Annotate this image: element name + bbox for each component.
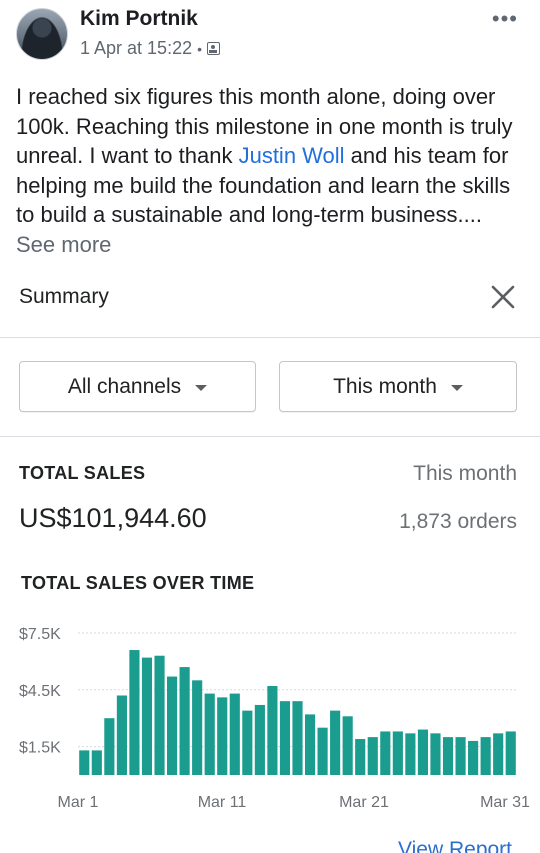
photo-album-icon [207, 42, 220, 55]
chart-bar[interactable] [417, 729, 428, 775]
channel-filter-label: All channels [67, 374, 182, 398]
chart-bar[interactable] [154, 655, 165, 775]
chart-bar[interactable] [330, 710, 341, 775]
post-text: I reached six figures this month alone, … [16, 82, 526, 259]
summary-header: Summary [0, 268, 540, 338]
summary-title: Summary [19, 285, 109, 308]
period-filter-button[interactable]: This month [279, 361, 517, 412]
chart-bar[interactable] [167, 676, 178, 775]
x-tick-label: Mar 21 [339, 794, 389, 811]
chart-bar[interactable] [292, 701, 303, 775]
chart-bar[interactable] [279, 701, 291, 775]
chart-bar[interactable] [442, 737, 454, 775]
y-tick-label: $1.5K [19, 740, 61, 757]
chart-bar[interactable] [204, 693, 215, 775]
total-sales-value: US$101,944.60 [19, 503, 207, 533]
chart-bar[interactable] [342, 716, 353, 775]
chart-bar[interactable] [141, 657, 153, 775]
y-tick-label: $7.5K [19, 626, 61, 643]
y-tick-label: $4.5K [19, 683, 61, 700]
chart-bar[interactable] [455, 737, 466, 775]
avatar[interactable] [16, 8, 68, 60]
chart-bar[interactable] [116, 695, 127, 775]
see-more-link[interactable]: See more [16, 232, 111, 257]
orders-count: 1,873 orders [399, 510, 517, 533]
chart-bar[interactable] [104, 718, 115, 775]
view-report-link[interactable]: View Report [398, 838, 512, 853]
chart-bar[interactable] [179, 667, 190, 775]
chart-bar[interactable] [129, 650, 140, 775]
close-icon[interactable] [488, 282, 518, 312]
filters-bar: All channels This month [0, 339, 540, 437]
meta-separator: • [197, 40, 202, 57]
chart-bar[interactable] [254, 704, 265, 775]
chart-bar[interactable] [380, 731, 391, 775]
chevron-down-icon [450, 384, 463, 391]
chart-bar[interactable] [229, 693, 240, 775]
x-tick-label: Mar 11 [198, 794, 247, 811]
total-sales-label: TOTAL SALES [19, 463, 146, 483]
chart-bar[interactable] [304, 714, 316, 775]
chart-title: TOTAL SALES OVER TIME [21, 573, 255, 593]
x-tick-label: Mar 31 [480, 794, 530, 811]
chart-bar[interactable] [392, 731, 403, 775]
chart-bar[interactable] [355, 739, 366, 775]
chart-bar[interactable] [493, 733, 504, 775]
chart-bar[interactable] [79, 750, 90, 775]
chart-bar[interactable] [367, 737, 378, 775]
chart-bar[interactable] [317, 727, 328, 775]
post-header: Kim Portnik 1 Apr at 15:22 • ••• [0, 0, 540, 78]
more-options-icon[interactable]: ••• [492, 6, 518, 32]
chart-bar[interactable] [430, 733, 441, 775]
stats-period-label: This month [413, 462, 517, 485]
chart-bar[interactable] [242, 710, 253, 775]
author-name[interactable]: Kim Portnik [80, 7, 198, 31]
chart-bar[interactable] [468, 740, 479, 775]
period-filter-label: This month [333, 374, 437, 398]
post-timestamp[interactable]: 1 Apr at 15:22 [80, 38, 192, 59]
chart-bar[interactable] [505, 731, 516, 775]
mention-link[interactable]: Justin Woll [239, 143, 345, 168]
chart-bar[interactable] [91, 750, 102, 775]
x-tick-label: Mar 1 [58, 794, 99, 811]
chart-bar[interactable] [405, 733, 416, 775]
channel-filter-button[interactable]: All channels [19, 361, 256, 412]
chart-bar[interactable] [267, 686, 278, 775]
chart-bar[interactable] [480, 737, 491, 775]
chart-bar[interactable] [217, 697, 228, 775]
chevron-down-icon [195, 384, 208, 391]
post-meta: 1 Apr at 15:22 • [80, 38, 220, 59]
chart-bar[interactable] [192, 680, 203, 775]
sales-over-time-chart: $7.5K $4.5K $1.5K Mar 1 Mar 11 Mar 21 Mar 31 [19, 626, 530, 811]
